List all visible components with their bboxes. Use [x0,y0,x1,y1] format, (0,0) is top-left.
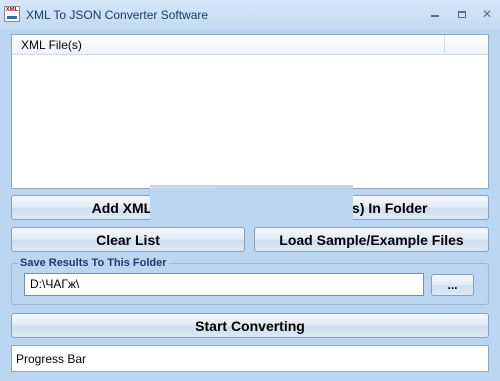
overlay-occlusion [150,185,353,225]
clear-list-button[interactable]: Clear List [11,227,245,252]
minimize-icon [431,15,439,17]
maximize-button[interactable] [453,6,471,22]
maximize-icon [458,11,466,18]
window-title: XML To JSON Converter Software [26,8,209,22]
close-icon: ✕ [481,7,493,21]
app-icon-text: XML [5,7,19,13]
load-sample-files-button[interactable]: Load Sample/Example Files [254,227,489,252]
app-xml-icon: XML [4,6,20,22]
progress-bar: Progress Bar [11,345,489,372]
save-results-group-label: Save Results To This Folder [18,257,169,269]
xml-file-list[interactable]: XML File(s) [11,34,489,189]
overlay-strip [150,187,216,189]
minimize-button[interactable] [426,6,444,22]
close-button[interactable]: ✕ [478,6,496,22]
start-converting-button[interactable]: Start Converting [11,313,489,338]
output-folder-input[interactable]: D:\ЧАГж\ [24,273,424,296]
browse-folder-button[interactable]: ... [431,274,474,296]
file-list-header: XML File(s) [12,35,488,55]
column-header-xml-files[interactable]: XML File(s) [12,35,445,54]
title-bar: XML XML To JSON Converter Software ✕ [0,0,500,30]
app-icon-bar [7,16,17,19]
